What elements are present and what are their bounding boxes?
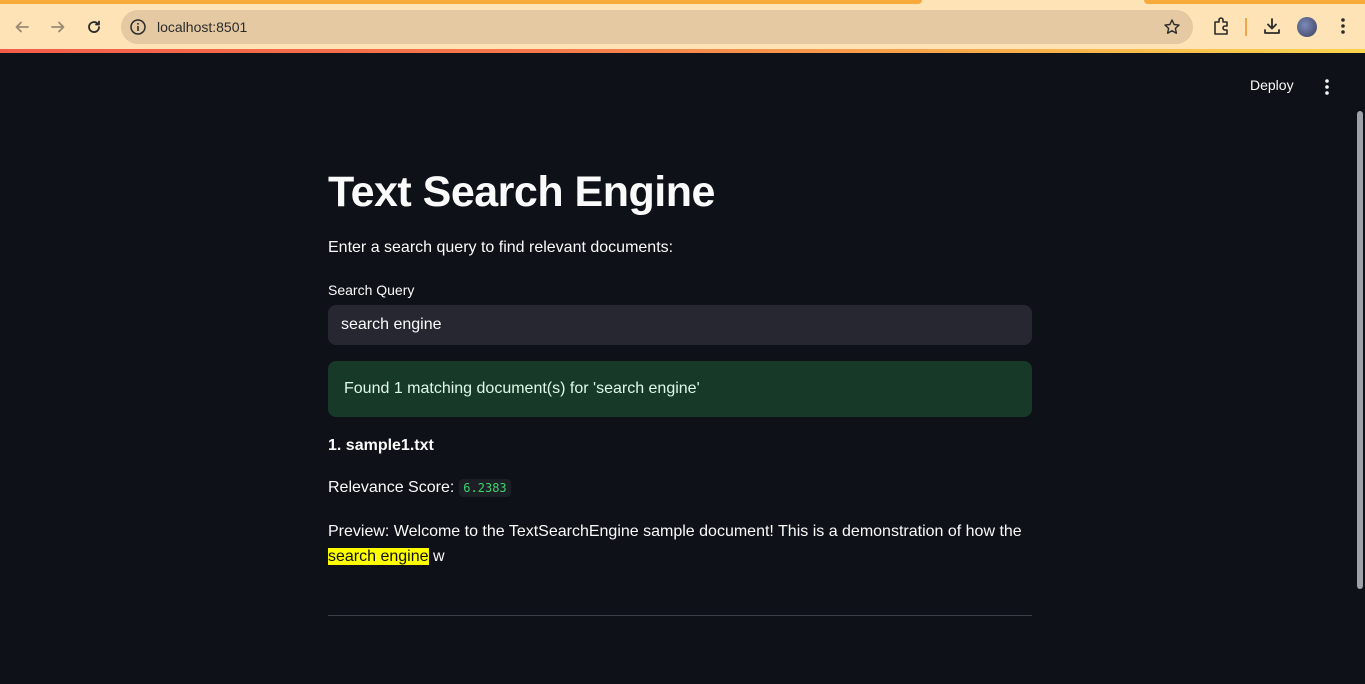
profile-avatar[interactable] [1297, 17, 1317, 37]
page-title: Text Search Engine [328, 168, 715, 216]
bookmark-star-icon[interactable] [1163, 18, 1181, 41]
extensions-icon[interactable] [1211, 16, 1231, 41]
relevance-score-label: Relevance Score: [328, 479, 455, 496]
result-preview: Preview: Welcome to the TextSearchEngine… [328, 519, 1032, 569]
page-subtitle: Enter a search query to find relevant do… [328, 239, 674, 256]
reload-icon[interactable] [80, 13, 108, 41]
success-alert: Found 1 matching document(s) for 'search… [328, 361, 1032, 417]
preview-suffix: w [428, 548, 445, 565]
relevance-score-value: 6.2383 [459, 479, 511, 497]
forward-icon[interactable] [44, 13, 72, 41]
preview-highlight: search engine [328, 548, 429, 565]
site-info-icon[interactable] [129, 18, 147, 41]
relevance-score-row: Relevance Score: 6.2383 [328, 479, 511, 497]
search-query-label: Search Query [328, 282, 415, 298]
address-bar[interactable]: localhost:8501 [121, 10, 1193, 44]
preview-prefix: Preview: Welcome to the TextSearchEngine… [328, 523, 1022, 540]
app-menu-icon[interactable] [1319, 77, 1335, 102]
search-input[interactable] [328, 305, 1032, 345]
app-view: Deploy Text Search Engine Enter a search… [0, 53, 1365, 684]
deploy-button[interactable]: Deploy [1250, 77, 1294, 93]
back-icon[interactable] [8, 13, 36, 41]
download-icon[interactable] [1262, 16, 1282, 41]
toolbar-divider [1245, 18, 1247, 36]
scrollbar[interactable] [1357, 111, 1363, 589]
browser-toolbar: localhost:8501 [0, 4, 1365, 50]
result-divider [328, 615, 1032, 616]
url-text: localhost:8501 [157, 19, 248, 35]
success-message: Found 1 matching document(s) for 'search… [344, 380, 700, 397]
result-title: 1. sample1.txt [328, 437, 434, 454]
browser-menu-icon[interactable] [1335, 16, 1351, 41]
